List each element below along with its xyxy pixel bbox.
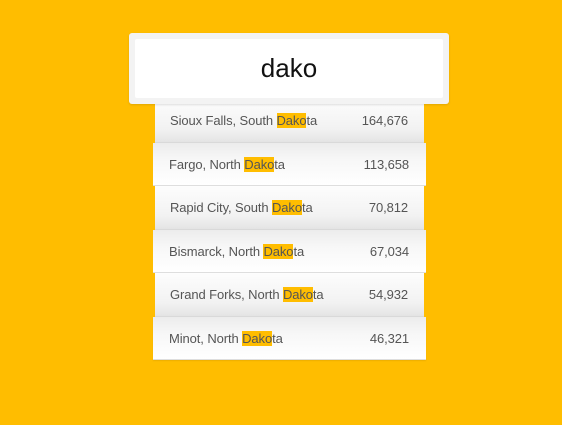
result-name: Fargo, North Dakota	[169, 156, 285, 172]
result-name: Sioux Falls, South Dakota	[170, 113, 318, 128]
match-highlight: Dako	[272, 200, 302, 215]
result-item[interactable]: Rapid City, South Dakota 70,812	[155, 186, 424, 230]
result-population: 70,812	[368, 200, 408, 215]
result-population: 67,034	[369, 243, 409, 259]
result-item[interactable]: Fargo, North Dakota 113,658	[153, 143, 426, 186]
result-name: Grand Forks, North Dakota	[170, 287, 324, 302]
result-item[interactable]: Bismarck, North Dakota 67,034	[153, 230, 426, 273]
result-name: Bismarck, North Dakota	[169, 243, 305, 259]
match-highlight: Dako	[244, 156, 275, 172]
result-name: Minot, North Dakota	[169, 330, 283, 346]
match-highlight: Dako	[263, 243, 294, 259]
result-population: 46,321	[369, 330, 409, 346]
result-population: 113,658	[363, 156, 409, 172]
search-field-wrapper	[135, 39, 443, 98]
result-item[interactable]: Minot, North Dakota 46,321	[153, 317, 426, 360]
match-highlight: Dako	[242, 330, 273, 346]
match-highlight: Dako	[282, 287, 313, 302]
result-population: 54,932	[368, 287, 408, 302]
result-item[interactable]: Sioux Falls, South Dakota 164,676	[155, 99, 424, 143]
search-input[interactable]	[135, 53, 443, 84]
result-item[interactable]: Grand Forks, North Dakota 54,932	[155, 273, 424, 317]
search-box	[129, 33, 449, 104]
match-highlight: Dako	[276, 113, 307, 128]
result-population: 164,676	[361, 113, 408, 128]
result-name: Rapid City, South Dakota	[170, 200, 313, 215]
autocomplete-widget: Sioux Falls, South Dakota 164,676 Fargo,…	[0, 0, 562, 425]
